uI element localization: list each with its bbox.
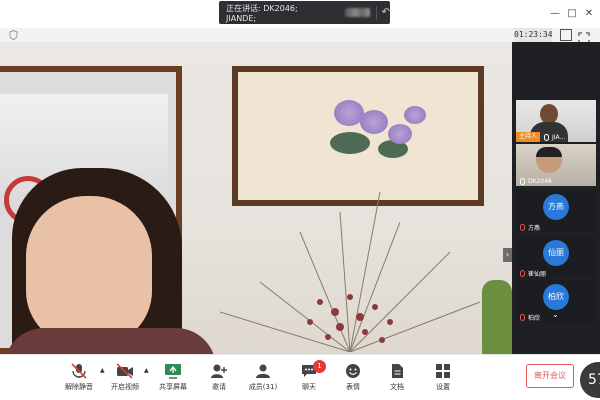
title-bar: 正在讲话: DK2046; JIANDE; ↶ — □ ✕: [0, 0, 600, 28]
start-video-label: 开启视频: [111, 383, 139, 391]
speaking-text: 正在讲话: DK2046; JIANDE;: [226, 3, 298, 23]
start-video-button[interactable]: 开启视频: [104, 357, 146, 397]
video-person: [4, 168, 216, 354]
video-plant: [482, 280, 512, 354]
docs-label: 文档: [390, 383, 404, 391]
document-icon: [392, 364, 403, 378]
share-screen-label: 共享屏幕: [159, 383, 187, 391]
add-user-icon: [211, 364, 227, 378]
painting-canvas: [238, 72, 478, 200]
participant-name: 崔仙丽: [528, 270, 547, 278]
settings-grid-icon: [436, 364, 450, 378]
emoji-button[interactable]: 表情: [332, 357, 374, 397]
mic-muted-icon: [520, 223, 525, 231]
chevron-down-icon[interactable]: ⌄: [552, 310, 559, 319]
painting-flower: [404, 106, 426, 124]
close-button[interactable]: ✕: [582, 7, 596, 21]
mic-icon: [520, 177, 525, 185]
docs-button[interactable]: 文档: [376, 357, 418, 397]
participant-avatar: 方燕: [543, 194, 569, 220]
person-face: [26, 196, 152, 346]
painting-flower: [388, 124, 412, 144]
video-off-icon: [116, 363, 133, 379]
participant-tile[interactable]: 仙丽 崔仙丽: [516, 236, 596, 278]
invite-button[interactable]: 邀请: [198, 357, 240, 397]
chat-unread-badge: 1: [313, 360, 326, 373]
settings-label: 设置: [436, 383, 450, 391]
mic-muted-icon: [520, 313, 525, 321]
unmute-label: 解除静音: [65, 383, 93, 391]
participant-label: 方燕: [516, 222, 540, 232]
maximize-button[interactable]: □: [565, 7, 579, 21]
painting-leaf: [330, 132, 370, 154]
painting-flower: [360, 110, 388, 134]
participant-panel: 主持人 JIA... DK2046 方燕 方燕 仙丽 崔仙丽 柏欣 柏欣: [512, 42, 600, 354]
members-button[interactable]: 成员(31): [242, 357, 284, 397]
participant-tile[interactable]: 主持人 JIA...: [516, 100, 596, 142]
participant-avatar: 仙丽: [543, 240, 569, 266]
chevron-right-icon[interactable]: ›: [503, 248, 512, 262]
video-options-caret-icon[interactable]: ▲: [144, 367, 149, 374]
invite-label: 邀请: [212, 383, 226, 391]
bottom-toolbar: 解除静音 ▲ 开启视频 ▲ 共享屏幕 邀请 成员(31) 聊天 表情 文档 设置: [0, 354, 600, 400]
participant-label: 主持人 JIA...: [516, 132, 565, 142]
main-video[interactable]: ›: [0, 42, 512, 354]
meeting-timer: 01:23:34: [514, 28, 553, 42]
info-bar: [0, 28, 600, 42]
members-icon: [256, 364, 270, 378]
host-badge: 主持人: [516, 132, 541, 142]
share-screen-button[interactable]: 共享屏幕: [152, 357, 194, 397]
back-arrow-icon[interactable]: ↶: [382, 7, 390, 18]
participant-name: 柏欣: [528, 314, 541, 322]
video-painting: [232, 66, 484, 206]
leave-meeting-button[interactable]: 离开会议: [526, 364, 574, 388]
participant-label: 崔仙丽: [516, 268, 546, 278]
participant-name: DK2046: [528, 177, 552, 185]
emoji-label: 表情: [346, 383, 360, 391]
mic-muted-icon: [520, 269, 525, 277]
participant-name: JIA...: [552, 133, 566, 141]
participant-label: DK2046: [516, 176, 552, 186]
minimize-button[interactable]: —: [548, 7, 562, 21]
meeting-window: 正在讲话: DK2046; JIANDE; ↶ — □ ✕ 01:23:34 ›…: [0, 0, 600, 400]
participant-tile[interactable]: 方燕 方燕: [516, 190, 596, 232]
settings-button[interactable]: 设置: [422, 357, 464, 397]
blurred-avatar: [344, 8, 370, 17]
participant-head: [540, 104, 558, 124]
emoji-icon: [346, 364, 360, 378]
shield-icon[interactable]: [9, 29, 18, 41]
mic-off-icon: [71, 363, 87, 379]
unmute-button[interactable]: 解除静音: [58, 357, 100, 397]
members-label: 成员(31): [248, 383, 278, 391]
participant-name: 方燕: [528, 224, 541, 232]
participant-hair: [536, 147, 562, 157]
participant-tile[interactable]: DK2046: [516, 144, 596, 186]
banner-divider: [375, 5, 377, 20]
chat-label: 聊天: [302, 383, 316, 391]
participant-label: 柏欣: [516, 312, 540, 322]
speaking-banner: 正在讲话: DK2046; JIANDE; ↶: [219, 1, 390, 24]
person-shoulder: [4, 328, 216, 354]
layout-icon[interactable]: [560, 29, 572, 41]
mic-icon: [544, 133, 550, 141]
share-screen-icon: [165, 364, 181, 379]
video-branches: [219, 192, 481, 352]
fullscreen-icon[interactable]: [578, 29, 590, 44]
participant-avatar: 柏欣: [543, 284, 569, 310]
